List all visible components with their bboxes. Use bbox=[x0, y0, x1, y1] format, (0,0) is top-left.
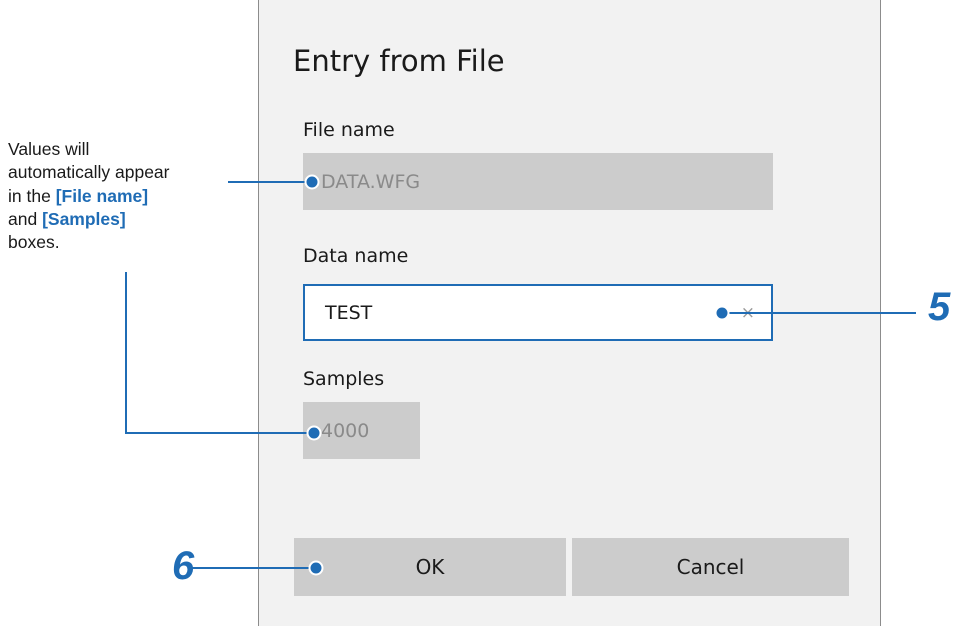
callout-dot-icon bbox=[304, 174, 320, 190]
callout-dot-icon bbox=[306, 425, 322, 441]
callout-dot-icon bbox=[308, 560, 324, 576]
callout-dot-icon bbox=[714, 305, 730, 321]
annotation-lines bbox=[125, 174, 916, 576]
samples-leader-line bbox=[125, 272, 314, 434]
